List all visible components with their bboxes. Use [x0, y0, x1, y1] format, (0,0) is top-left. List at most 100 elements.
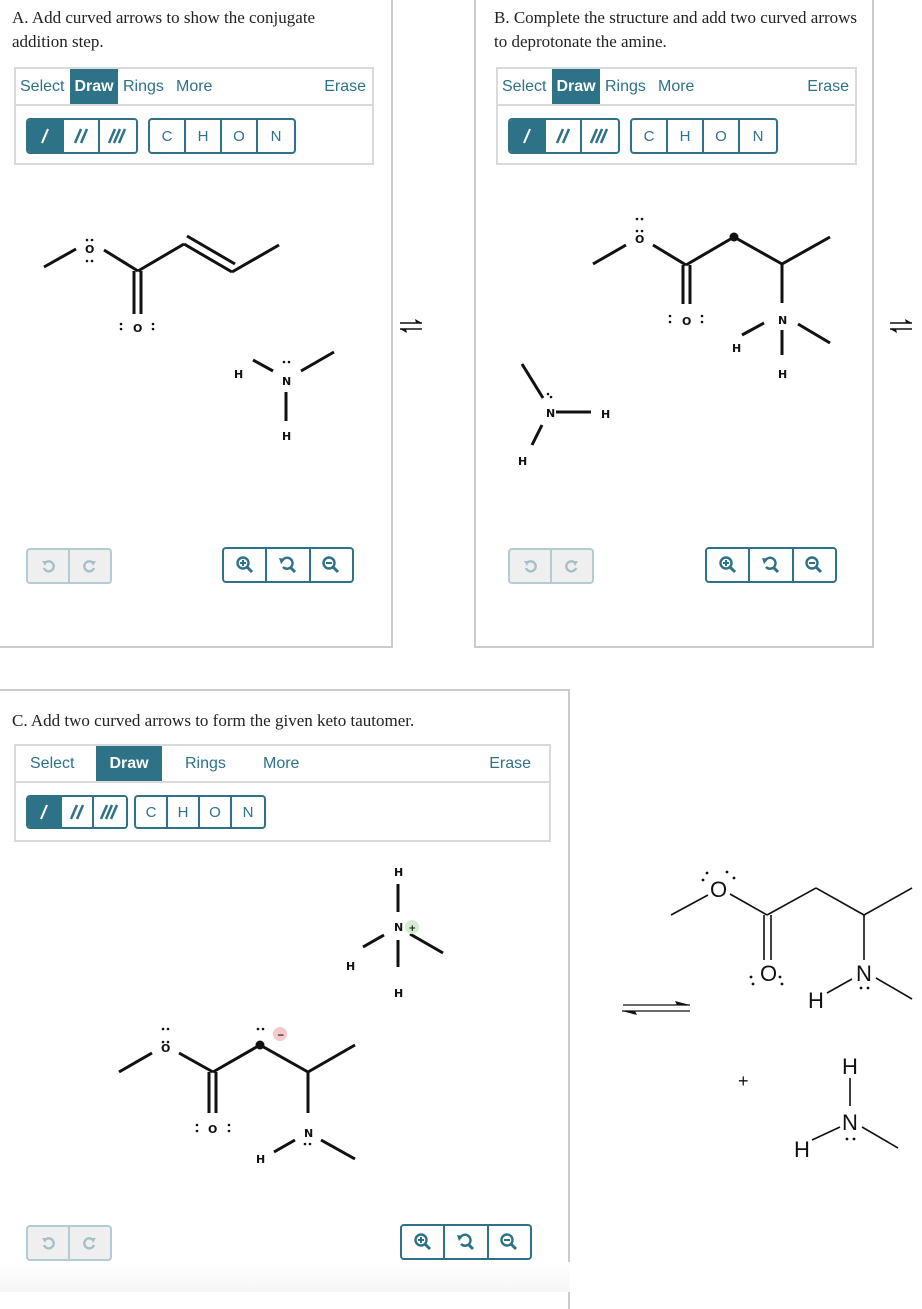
tab-more[interactable]: More — [263, 746, 299, 781]
redo-button[interactable] — [552, 550, 592, 582]
tab-select[interactable]: Select — [30, 746, 74, 781]
drawing-canvas-b[interactable]: O O N H H N H H — [476, 178, 872, 508]
zoom-out-icon — [322, 556, 340, 574]
atom-h: H — [256, 1153, 265, 1166]
double-bond-icon — [73, 128, 89, 144]
double-bond-button[interactable] — [64, 120, 100, 152]
tab-select[interactable]: Select — [502, 69, 546, 104]
atom-h: H — [842, 1054, 858, 1079]
erase-button[interactable]: Erase — [807, 69, 849, 104]
redo-icon — [83, 1237, 96, 1250]
redo-button[interactable] — [70, 1227, 110, 1259]
plus-sign: + — [738, 1071, 749, 1091]
ester-molecule-b — [592, 235, 831, 355]
zoom-out-button[interactable] — [489, 1226, 530, 1258]
atom-c-button[interactable]: C — [632, 120, 668, 152]
atom-o-carbonyl: O — [682, 315, 691, 328]
atom-o-button[interactable]: O — [200, 797, 232, 827]
bond-tools — [508, 118, 620, 154]
atom-h: H — [601, 408, 610, 421]
erase-button[interactable]: Erase — [489, 746, 531, 781]
double-bond-button[interactable] — [546, 120, 582, 152]
undo-icon — [42, 1237, 55, 1250]
triple-bond-button[interactable] — [94, 797, 126, 827]
tab-rings[interactable]: Rings — [605, 69, 646, 104]
single-bond-icon — [40, 804, 48, 820]
triple-bond-icon — [100, 804, 119, 820]
undo-icon — [42, 560, 55, 573]
atom-h-button[interactable]: H — [668, 120, 704, 152]
drawing-canvas-a[interactable]: O O H N H — [0, 178, 388, 508]
history-controls — [26, 548, 112, 584]
single-bond-button[interactable] — [510, 120, 546, 152]
tab-rings[interactable]: Rings — [123, 69, 164, 104]
atom-marker — [729, 232, 739, 242]
single-bond-icon — [523, 128, 531, 144]
redo-button[interactable] — [70, 550, 110, 582]
single-bond-button[interactable] — [28, 120, 64, 152]
atom-h: H — [778, 368, 787, 381]
atom-h-button[interactable]: H — [168, 797, 200, 827]
drawing-canvas-c[interactable]: H N + H H − O O N H — [0, 861, 558, 1211]
zoom-out-icon — [805, 556, 823, 574]
atom-n: N — [778, 314, 787, 327]
lone-pairs — [161, 1027, 312, 1146]
atom-o-button[interactable]: O — [704, 120, 740, 152]
redo-icon — [83, 560, 96, 573]
atom-c-button[interactable]: C — [136, 797, 168, 827]
atom-n: N — [282, 375, 291, 388]
tab-draw[interactable]: Draw — [552, 69, 600, 104]
lone-pairs — [635, 217, 704, 324]
lone-pair-n — [546, 392, 553, 399]
tab-select[interactable]: Select — [20, 69, 64, 104]
undo-button[interactable] — [510, 550, 552, 582]
zoom-in-button[interactable] — [224, 549, 268, 581]
zoom-in-icon — [235, 556, 253, 574]
equilibrium-arrow-ab — [400, 319, 422, 333]
triple-bond-button[interactable] — [582, 120, 618, 152]
double-bond-button[interactable] — [62, 797, 94, 827]
atom-o-ester: O — [635, 233, 644, 246]
atom-n-button[interactable]: N — [232, 797, 264, 827]
toolbar-c: Select Draw Rings More Erase C H O N — [14, 744, 551, 842]
tab-draw[interactable]: Draw — [70, 69, 118, 104]
atom-n: N — [842, 1110, 858, 1135]
undo-button[interactable] — [28, 1227, 70, 1259]
triple-bond-button[interactable] — [100, 120, 136, 152]
history-controls — [26, 1225, 112, 1261]
tab-draw[interactable]: Draw — [96, 746, 162, 781]
zoom-reset-icon — [278, 556, 297, 574]
tab-rings[interactable]: Rings — [185, 746, 226, 781]
atom-h: H — [394, 987, 403, 1000]
zoom-reset-icon — [761, 556, 780, 574]
zoom-in-button[interactable] — [402, 1226, 446, 1258]
zoom-in-button[interactable] — [707, 549, 751, 581]
tab-more[interactable]: More — [176, 69, 212, 104]
lone-pairs — [85, 238, 155, 331]
atom-marker — [255, 1040, 265, 1050]
atom-c-button[interactable]: C — [150, 120, 186, 152]
atom-n-button[interactable]: N — [258, 120, 294, 152]
zoom-reset-button[interactable] — [445, 1226, 489, 1258]
zoom-out-button[interactable] — [794, 549, 835, 581]
atom-h-button[interactable]: H — [186, 120, 222, 152]
amine-molecule-a — [252, 350, 335, 421]
atom-o-button[interactable]: O — [222, 120, 258, 152]
prompt-a: A. Add curved arrows to show the conjuga… — [12, 8, 316, 51]
single-bond-button[interactable] — [28, 797, 62, 827]
undo-button[interactable] — [28, 550, 70, 582]
double-bond-icon — [555, 128, 571, 144]
atom-o-ester: O — [161, 1042, 170, 1055]
atom-n-button[interactable]: N — [740, 120, 776, 152]
zoom-reset-icon — [456, 1233, 475, 1251]
erase-button[interactable]: Erase — [324, 69, 366, 104]
zoom-reset-button[interactable] — [750, 549, 794, 581]
tab-more[interactable]: More — [658, 69, 694, 104]
zoom-reset-button[interactable] — [267, 549, 311, 581]
carbanion-molecule — [118, 1043, 356, 1161]
equilibrium-arrow-c — [622, 1001, 690, 1015]
triple-bond-icon — [590, 128, 609, 144]
atom-n: N — [546, 407, 555, 420]
zoom-out-button[interactable] — [311, 549, 352, 581]
atom-h: H — [282, 430, 291, 443]
